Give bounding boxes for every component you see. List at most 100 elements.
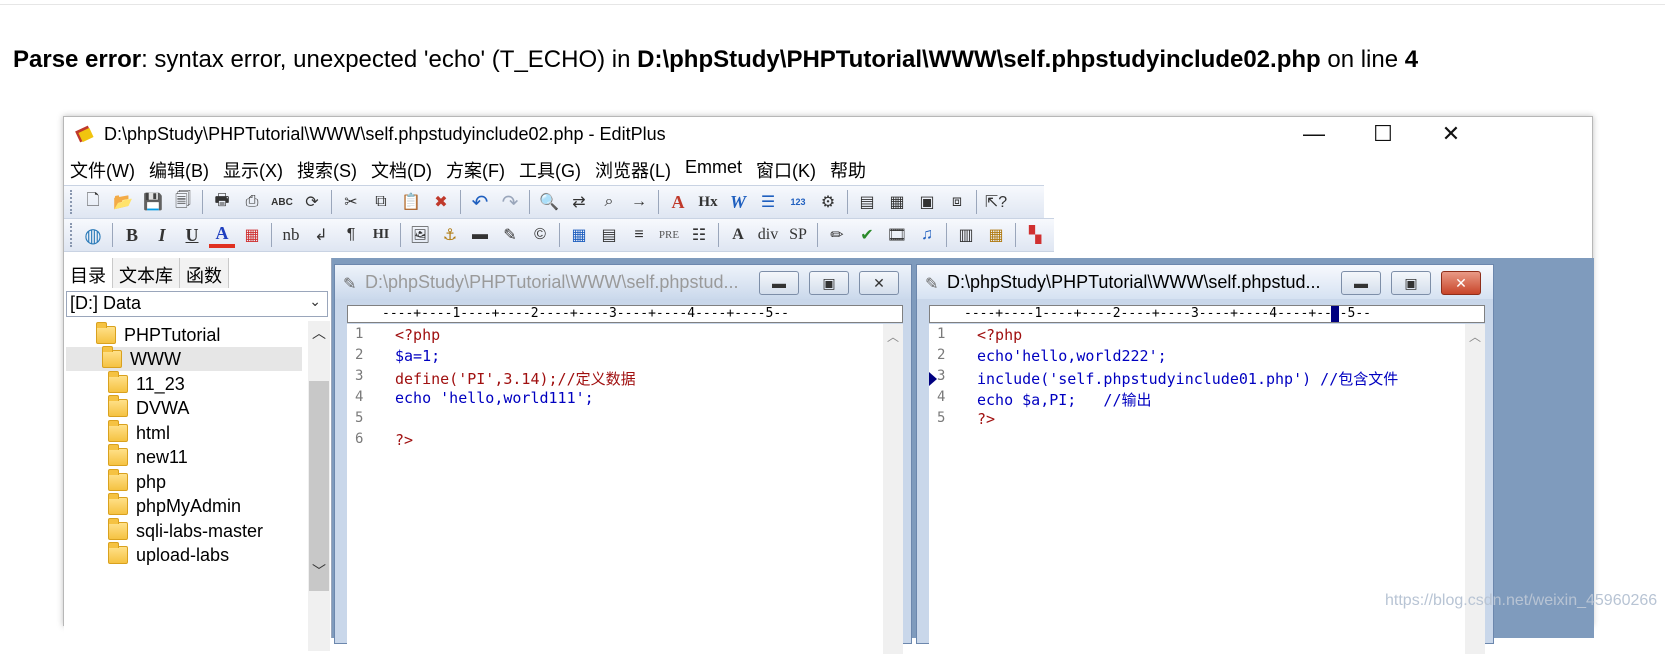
layout-icon[interactable]: ▦ — [983, 222, 1009, 248]
copy-icon[interactable]: ⧉ — [368, 189, 394, 215]
table-icon[interactable]: ▦ — [566, 222, 592, 248]
doc-maximize-button[interactable]: ▣ — [809, 271, 849, 295]
menu-file[interactable]: 文件(W) — [70, 157, 135, 185]
palette-icon[interactable]: ▚ — [1022, 222, 1048, 248]
editor-scrollbar[interactable]: ︿ — [883, 324, 903, 654]
output-icon[interactable]: ▣ — [914, 189, 940, 215]
music-icon[interactable]: ♫ — [914, 222, 940, 248]
tree-item-11-23[interactable]: 11_23 — [108, 371, 185, 396]
menu-view[interactable]: 显示(X) — [223, 157, 283, 185]
save-icon[interactable]: 💾 — [140, 189, 166, 215]
color-grid-icon[interactable]: ▦ — [239, 222, 265, 248]
tab-functions[interactable]: 函数 — [180, 258, 229, 288]
find-icon[interactable]: 🔍 — [536, 189, 562, 215]
copyright-icon[interactable]: © — [527, 222, 553, 248]
marker-icon[interactable]: ✎ — [497, 222, 523, 248]
doc-maximize-button[interactable]: ▣ — [1391, 271, 1431, 295]
pre-button[interactable]: PRE — [656, 222, 682, 248]
text-box-icon[interactable]: A — [725, 222, 751, 248]
print-preview-icon[interactable]: 🖶 — [209, 189, 235, 215]
maximize-button[interactable]: ☐ — [1348, 117, 1418, 151]
image-icon[interactable]: 🖼 — [407, 222, 433, 248]
tree-item-new11[interactable]: new11 — [108, 444, 188, 469]
goto-line-icon[interactable]: → — [626, 189, 652, 215]
tree-item-php[interactable]: php — [108, 469, 166, 494]
settings-icon[interactable]: ⚙ — [815, 189, 841, 215]
tree-item-phptutorial[interactable]: PHPTutorial — [96, 322, 220, 347]
tree-scrollbar[interactable]: ︿ ﹀ — [308, 321, 330, 651]
drive-select[interactable]: [D:] Data ⌄ — [66, 291, 328, 317]
new-file-icon[interactable]: 🗋 — [80, 189, 106, 215]
div-button[interactable]: div — [755, 222, 781, 248]
paste-icon[interactable]: 📋 — [398, 189, 424, 215]
scroll-up-icon[interactable]: ︿ — [1465, 328, 1485, 345]
menu-tools[interactable]: 工具(G) — [519, 157, 581, 185]
column-icon[interactable]: 123 — [785, 189, 811, 215]
nbsp-button[interactable]: nb — [278, 222, 304, 248]
scroll-up-icon[interactable]: ︿ — [308, 323, 330, 343]
font-icon[interactable]: A — [665, 189, 691, 215]
tab-cliptext[interactable]: 文本库 — [113, 258, 180, 288]
doc-minimize-button[interactable]: ▬ — [1341, 271, 1381, 295]
menu-window[interactable]: 窗口(K) — [756, 157, 816, 185]
spell-check-icon[interactable]: ABC — [269, 189, 295, 215]
scroll-up-icon[interactable]: ︿ — [883, 328, 903, 345]
menu-search[interactable]: 搜索(S) — [297, 157, 357, 185]
word-wrap-icon[interactable]: W — [725, 189, 751, 215]
tree-item-dvwa[interactable]: DVWA — [108, 395, 189, 420]
cut-icon[interactable]: ✂ — [338, 189, 364, 215]
doc-close-button[interactable]: ✕ — [1441, 271, 1481, 295]
help-icon[interactable]: ⇱? — [983, 189, 1009, 215]
delete-icon[interactable]: ✖ — [428, 189, 454, 215]
horizontal-rule-button[interactable]: HI — [368, 222, 394, 248]
menu-help[interactable]: 帮助 — [830, 157, 866, 185]
open-folder-icon[interactable]: 📂 — [110, 189, 136, 215]
paragraph-button[interactable]: ¶ — [338, 222, 364, 248]
undo-icon[interactable]: ↶ — [467, 189, 493, 215]
redo-icon[interactable]: ↷ — [497, 189, 523, 215]
cliptext-icon[interactable]: ▤ — [854, 189, 880, 215]
run-icon[interactable]: ⧈ — [944, 189, 970, 215]
font-color-button[interactable]: A — [209, 222, 235, 248]
menu-document[interactable]: 文档(D) — [371, 157, 432, 185]
print-icon[interactable]: ⎙ — [239, 189, 265, 215]
save-all-icon[interactable]: 🗐 — [170, 189, 196, 215]
hex-icon[interactable]: Hx — [695, 189, 721, 215]
title-bar[interactable]: D:\phpStudy\PHPTutorial\WWW\self.phpstud… — [64, 117, 1592, 151]
tab-directory[interactable]: 目录 — [64, 258, 113, 288]
menu-edit[interactable]: 编辑(B) — [149, 157, 209, 185]
document-title-bar[interactable]: ✎ D:\phpStudy\PHPTutorial\WWW\self.phpst… — [335, 265, 911, 299]
menu-project[interactable]: 方案(F) — [446, 157, 505, 185]
tree-item-html[interactable]: html — [108, 420, 170, 445]
line-break-button[interactable]: ↲ — [308, 222, 334, 248]
bold-button[interactable]: B — [119, 222, 145, 248]
close-button[interactable]: ✕ — [1416, 117, 1486, 151]
scroll-down-icon[interactable]: ﹀ — [308, 561, 330, 581]
tree-item-phpmyadmin[interactable]: phpMyAdmin — [108, 493, 241, 518]
indent-icon[interactable]: ☰ — [755, 189, 781, 215]
scrollbar-thumb[interactable] — [309, 381, 329, 591]
find-in-files-icon[interactable]: ⌕ — [596, 189, 622, 215]
toolbar-grip[interactable] — [70, 190, 74, 214]
doc-minimize-button[interactable]: ▬ — [759, 271, 799, 295]
check-icon[interactable]: ✔ — [854, 222, 880, 248]
frame-icon[interactable]: ▥ — [953, 222, 979, 248]
toolbar-grip[interactable] — [70, 223, 74, 247]
tree-item-upload-labs[interactable]: upload-labs — [108, 542, 229, 567]
minimize-button[interactable]: — — [1279, 117, 1349, 151]
hr-icon[interactable]: ▬ — [467, 222, 493, 248]
replace-icon[interactable]: ⇄ — [566, 189, 592, 215]
form-icon[interactable]: ▤ — [596, 222, 622, 248]
span-button[interactable]: SP — [785, 222, 811, 248]
tree-item-sqli-labs-master[interactable]: sqli-labs-master — [108, 518, 263, 543]
list-icon[interactable]: ☷ — [686, 222, 712, 248]
code-editor[interactable]: 1 <?php 2 $a=1; 3 define('PI',3.14);//定义数据 … — [347, 324, 883, 654]
film-icon[interactable]: 🎞 — [884, 222, 910, 248]
doc-close-button[interactable]: ✕ — [859, 271, 899, 295]
underline-button[interactable]: U — [179, 222, 205, 248]
align-icon[interactable]: ≡ — [626, 222, 652, 248]
edit-icon[interactable]: ✏ — [824, 222, 850, 248]
directory-icon[interactable]: ▦ — [884, 189, 910, 215]
menu-emmet[interactable]: Emmet — [685, 157, 742, 185]
browser-icon[interactable]: ⟳ — [299, 189, 325, 215]
